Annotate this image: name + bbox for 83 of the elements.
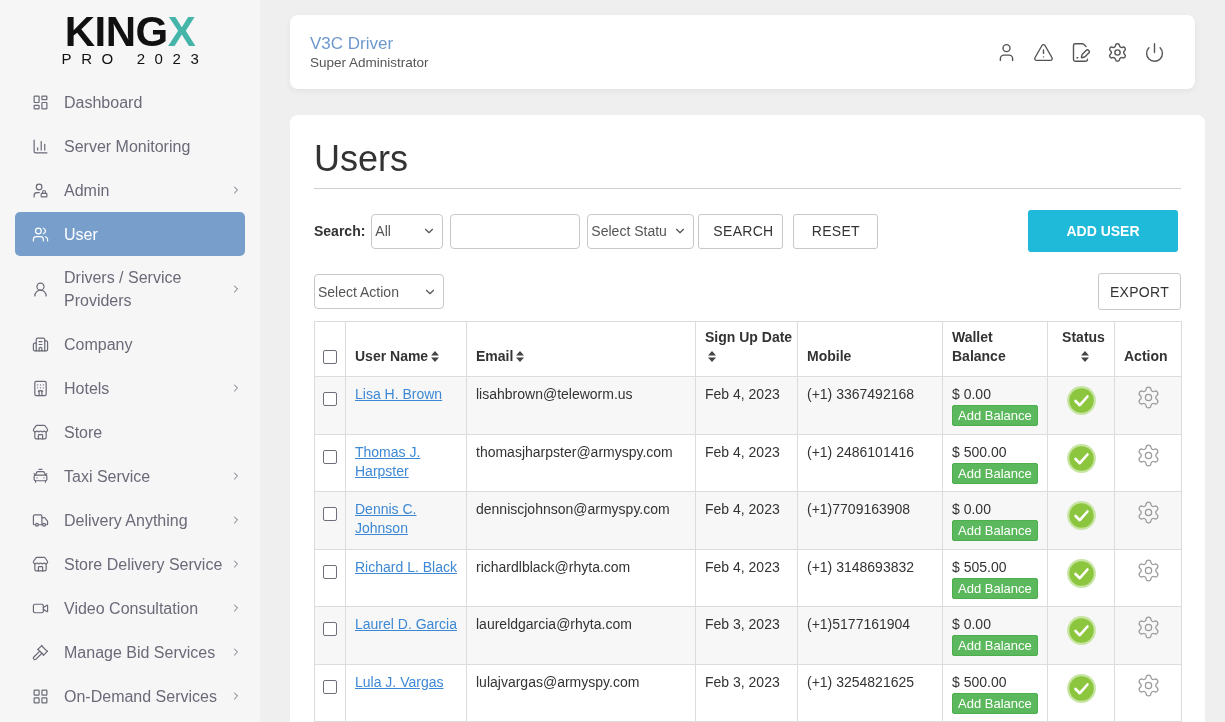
wallet-balance: $ 0.00 <box>952 616 991 632</box>
mobile-number: (+1)7709163908 <box>807 501 911 517</box>
signup-date: Feb 4, 2023 <box>705 443 780 460</box>
signup-date: Feb 3, 2023 <box>705 673 780 690</box>
edit-document-icon[interactable] <box>1070 41 1091 63</box>
wallet-balance: $ 0.00 <box>952 386 991 402</box>
settings-icon[interactable] <box>1107 41 1128 63</box>
email-address: lisahbrown@teleworm.us <box>476 386 633 402</box>
row-checkbox[interactable] <box>323 507 337 522</box>
wallet-balance: $ 0.00 <box>952 501 991 517</box>
email-address: thomasjharpster@armyspy.com <box>476 443 673 460</box>
signup-date: Feb 4, 2023 <box>705 501 780 517</box>
bar-chart-icon <box>32 137 49 155</box>
select-all-checkbox[interactable] <box>323 350 337 365</box>
sidebar-item[interactable]: Taxi Service <box>15 454 245 498</box>
email-address: denniscjohnson@armyspy.com <box>476 501 670 517</box>
row-checkbox[interactable] <box>323 622 337 637</box>
sidebar-item[interactable]: Video Consultation <box>15 586 245 630</box>
wallet-balance: $ 505.00 <box>952 558 1007 575</box>
column-header: Mobile <box>807 347 852 366</box>
row-checkbox[interactable] <box>323 564 337 579</box>
mobile-number: (+1)5177161904 <box>807 616 911 632</box>
wallet-balance: $ 500.00 <box>952 673 1007 690</box>
export-button[interactable]: EXPORT <box>1097 273 1181 310</box>
store-icon <box>32 555 49 573</box>
store-icon <box>32 423 49 441</box>
row-checkbox[interactable] <box>323 392 337 407</box>
mobile-number: (+1) 2486101416 <box>807 443 915 460</box>
users-icon <box>32 225 49 243</box>
email-address: richardlblack@rhyta.com <box>476 558 631 575</box>
row-checkbox[interactable] <box>323 449 337 464</box>
sidebar-item[interactable]: Drivers / Service Providers <box>15 256 245 322</box>
gavel-icon <box>32 643 49 661</box>
power-icon[interactable] <box>1144 41 1165 63</box>
field-select[interactable]: All <box>371 213 444 249</box>
sort-icon[interactable] <box>708 351 716 362</box>
mobile-number: (+1) 3367492168 <box>807 386 915 402</box>
search-label: Search: <box>314 223 366 239</box>
sidebar-item[interactable]: Store Delivery Service <box>15 542 245 586</box>
taxi-icon <box>32 467 49 485</box>
search-button[interactable]: SEARCH <box>698 213 784 249</box>
truck-icon <box>32 511 49 529</box>
column-header[interactable]: Email <box>476 347 514 366</box>
mobile-number: (+1) 3148693832 <box>807 558 915 575</box>
sort-icon[interactable] <box>516 351 525 362</box>
sidebar-item[interactable]: Hotels <box>15 366 245 410</box>
person-icon <box>32 280 49 298</box>
sidebar-item[interactable]: Admin <box>15 168 245 212</box>
logo-tagline: PRO 2023 <box>61 51 209 67</box>
column-header: Action <box>1124 347 1168 366</box>
warning-icon[interactable] <box>1033 41 1054 63</box>
grid-icon <box>32 687 49 705</box>
sidebar-item[interactable]: On-Demand Services <box>15 674 245 718</box>
search-input[interactable] <box>450 213 581 249</box>
user-role: Super Administrator <box>310 53 429 71</box>
status-select[interactable]: Select Statu <box>587 213 695 249</box>
hotel-icon <box>32 379 49 397</box>
building-icon <box>32 335 49 353</box>
signup-date: Feb 4, 2023 <box>705 386 780 402</box>
logo-wordmark: KINGX <box>64 12 196 52</box>
sidebar-item[interactable]: User <box>15 212 245 256</box>
wallet-balance: $ 500.00 <box>952 443 1007 460</box>
column-header: Wallet Balance <box>952 328 1007 366</box>
signup-date: Feb 4, 2023 <box>705 558 780 575</box>
email-address: lulajvargas@armyspy.com <box>476 673 640 690</box>
email-address: laureldgarcia@rhyta.com <box>476 616 632 632</box>
sidebar-item[interactable]: Server Monitoring <box>15 124 245 168</box>
sidebar-item[interactable]: Dashboard <box>15 80 245 124</box>
user-lock-icon <box>32 181 49 199</box>
dashboard-icon <box>32 93 49 111</box>
sidebar-item[interactable]: Delivery Anything <box>15 498 245 542</box>
sidebar-item[interactable]: Store <box>15 410 245 454</box>
row-checkbox[interactable] <box>323 679 337 694</box>
sort-icon[interactable] <box>1081 351 1089 362</box>
mobile-number: (+1) 3254821625 <box>807 673 915 690</box>
user-name: V3C Driver <box>310 33 395 54</box>
sidebar-item[interactable]: Manage Bid Services <box>15 630 245 674</box>
page-title: Users <box>314 137 1181 189</box>
signup-date: Feb 3, 2023 <box>705 616 780 632</box>
reset-button[interactable]: RESET <box>793 213 879 249</box>
sidebar-item[interactable]: Company <box>15 322 245 366</box>
sort-icon[interactable] <box>431 351 440 362</box>
action-select[interactable]: Select Action <box>314 274 444 309</box>
